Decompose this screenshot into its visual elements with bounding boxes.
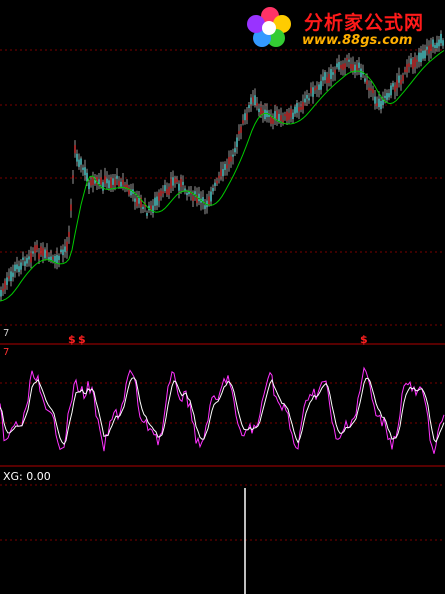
signal-top-label: 7 [3, 328, 10, 339]
signal-marker: $ [68, 333, 76, 346]
logo-name: 分析家公式网 [304, 12, 425, 34]
site-logo: 分析家公式网 www.88gs.com [244, 2, 444, 52]
signal-mid-label: 7 [3, 347, 10, 358]
xg-label: XG: 0.00 [3, 470, 51, 483]
logo-url: www.88gs.com [302, 33, 413, 48]
signal-marker: $ [78, 333, 86, 346]
flower-icon [247, 7, 291, 47]
signal-marker: $ [360, 333, 368, 346]
xg-panel[interactable] [0, 0, 445, 594]
chart-window: 分析家公式网 www.88gs.com 7 7 $ $ $ XG: 0.00 [0, 0, 445, 594]
